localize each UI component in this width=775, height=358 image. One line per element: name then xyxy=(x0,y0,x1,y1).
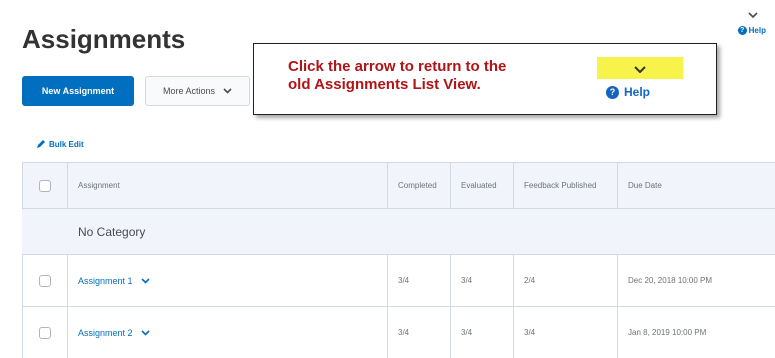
evaluated-cell: 3/4 xyxy=(451,255,514,306)
new-assignment-button[interactable]: New Assignment xyxy=(22,76,134,106)
help-link[interactable]: ? Help xyxy=(737,26,766,35)
row-checkbox[interactable] xyxy=(39,274,51,287)
callout-help-label: Help xyxy=(624,85,651,99)
row-checkbox[interactable] xyxy=(39,326,51,339)
callout-line-1: Click the arrow to return to the xyxy=(288,58,507,75)
due-date-cell: Dec 20, 2018 10:00 PM xyxy=(628,276,713,285)
chevron-down-icon[interactable] xyxy=(140,277,150,284)
assignment-link[interactable]: Assignment 2 xyxy=(78,328,150,338)
pencil-icon xyxy=(37,140,45,148)
bulk-edit-link[interactable]: Bulk Edit xyxy=(36,139,84,149)
assignment-name-cell: Assignment 2 xyxy=(68,307,388,358)
chevron-down-icon xyxy=(223,88,232,94)
header-completed[interactable]: Completed xyxy=(388,163,451,208)
assignment-link[interactable]: Assignment 1 xyxy=(78,276,150,286)
instruction-callout: Click the arrow to return to the old Ass… xyxy=(253,43,717,115)
page-title: Assignments xyxy=(22,24,186,54)
help-icon: ? xyxy=(737,26,747,35)
category-row: No Category xyxy=(22,209,775,255)
table-header-row: Assignment Completed Evaluated Feedback … xyxy=(22,163,775,209)
row-checkbox-cell xyxy=(22,307,68,358)
callout-line-2: old Assignments List View. xyxy=(288,76,481,93)
select-all-checkbox[interactable] xyxy=(39,179,51,192)
due-date-cell: Jan 8, 2019 10:00 PM xyxy=(628,328,707,337)
feedback-cell: 3/4 xyxy=(514,307,618,358)
more-actions-label: More Actions xyxy=(162,86,216,96)
new-assignment-label: New Assignment xyxy=(41,86,115,96)
callout-help: ? Help xyxy=(606,85,650,99)
bulk-edit-label: Bulk Edit xyxy=(49,139,84,149)
header-due-date[interactable]: Due Date xyxy=(618,163,775,208)
more-actions-button[interactable]: More Actions xyxy=(145,76,250,106)
assignment-name: Assignment 1 xyxy=(78,275,133,286)
header-assignment[interactable]: Assignment xyxy=(68,163,388,208)
help-label: Help xyxy=(748,26,766,35)
chevron-down-icon[interactable] xyxy=(140,329,150,336)
table-row: Assignment 1 3/4 3/4 2/4 Dec 20, 2018 10… xyxy=(22,255,775,307)
chevron-down-icon xyxy=(634,66,646,73)
header-feedback-published[interactable]: Feedback Published xyxy=(514,163,618,208)
header-evaluated[interactable]: Evaluated xyxy=(451,163,514,208)
assignment-name: Assignment 2 xyxy=(78,327,133,338)
assignments-table: Assignment Completed Evaluated Feedback … xyxy=(22,162,775,358)
category-label: No Category xyxy=(78,224,146,239)
assignment-name-cell: Assignment 1 xyxy=(68,255,388,306)
view-toggle-chevron-icon[interactable] xyxy=(748,12,758,18)
help-icon: ? xyxy=(606,85,619,99)
callout-text: Click the arrow to return to the old Ass… xyxy=(288,58,506,94)
evaluated-cell: 3/4 xyxy=(451,307,514,358)
completed-cell: 3/4 xyxy=(388,307,451,358)
row-checkbox-cell xyxy=(22,255,68,306)
feedback-cell: 2/4 xyxy=(514,255,618,306)
completed-cell: 3/4 xyxy=(388,255,451,306)
table-row: Assignment 2 3/4 3/4 3/4 Jan 8, 2019 10:… xyxy=(22,307,775,358)
select-all-cell xyxy=(22,163,68,208)
